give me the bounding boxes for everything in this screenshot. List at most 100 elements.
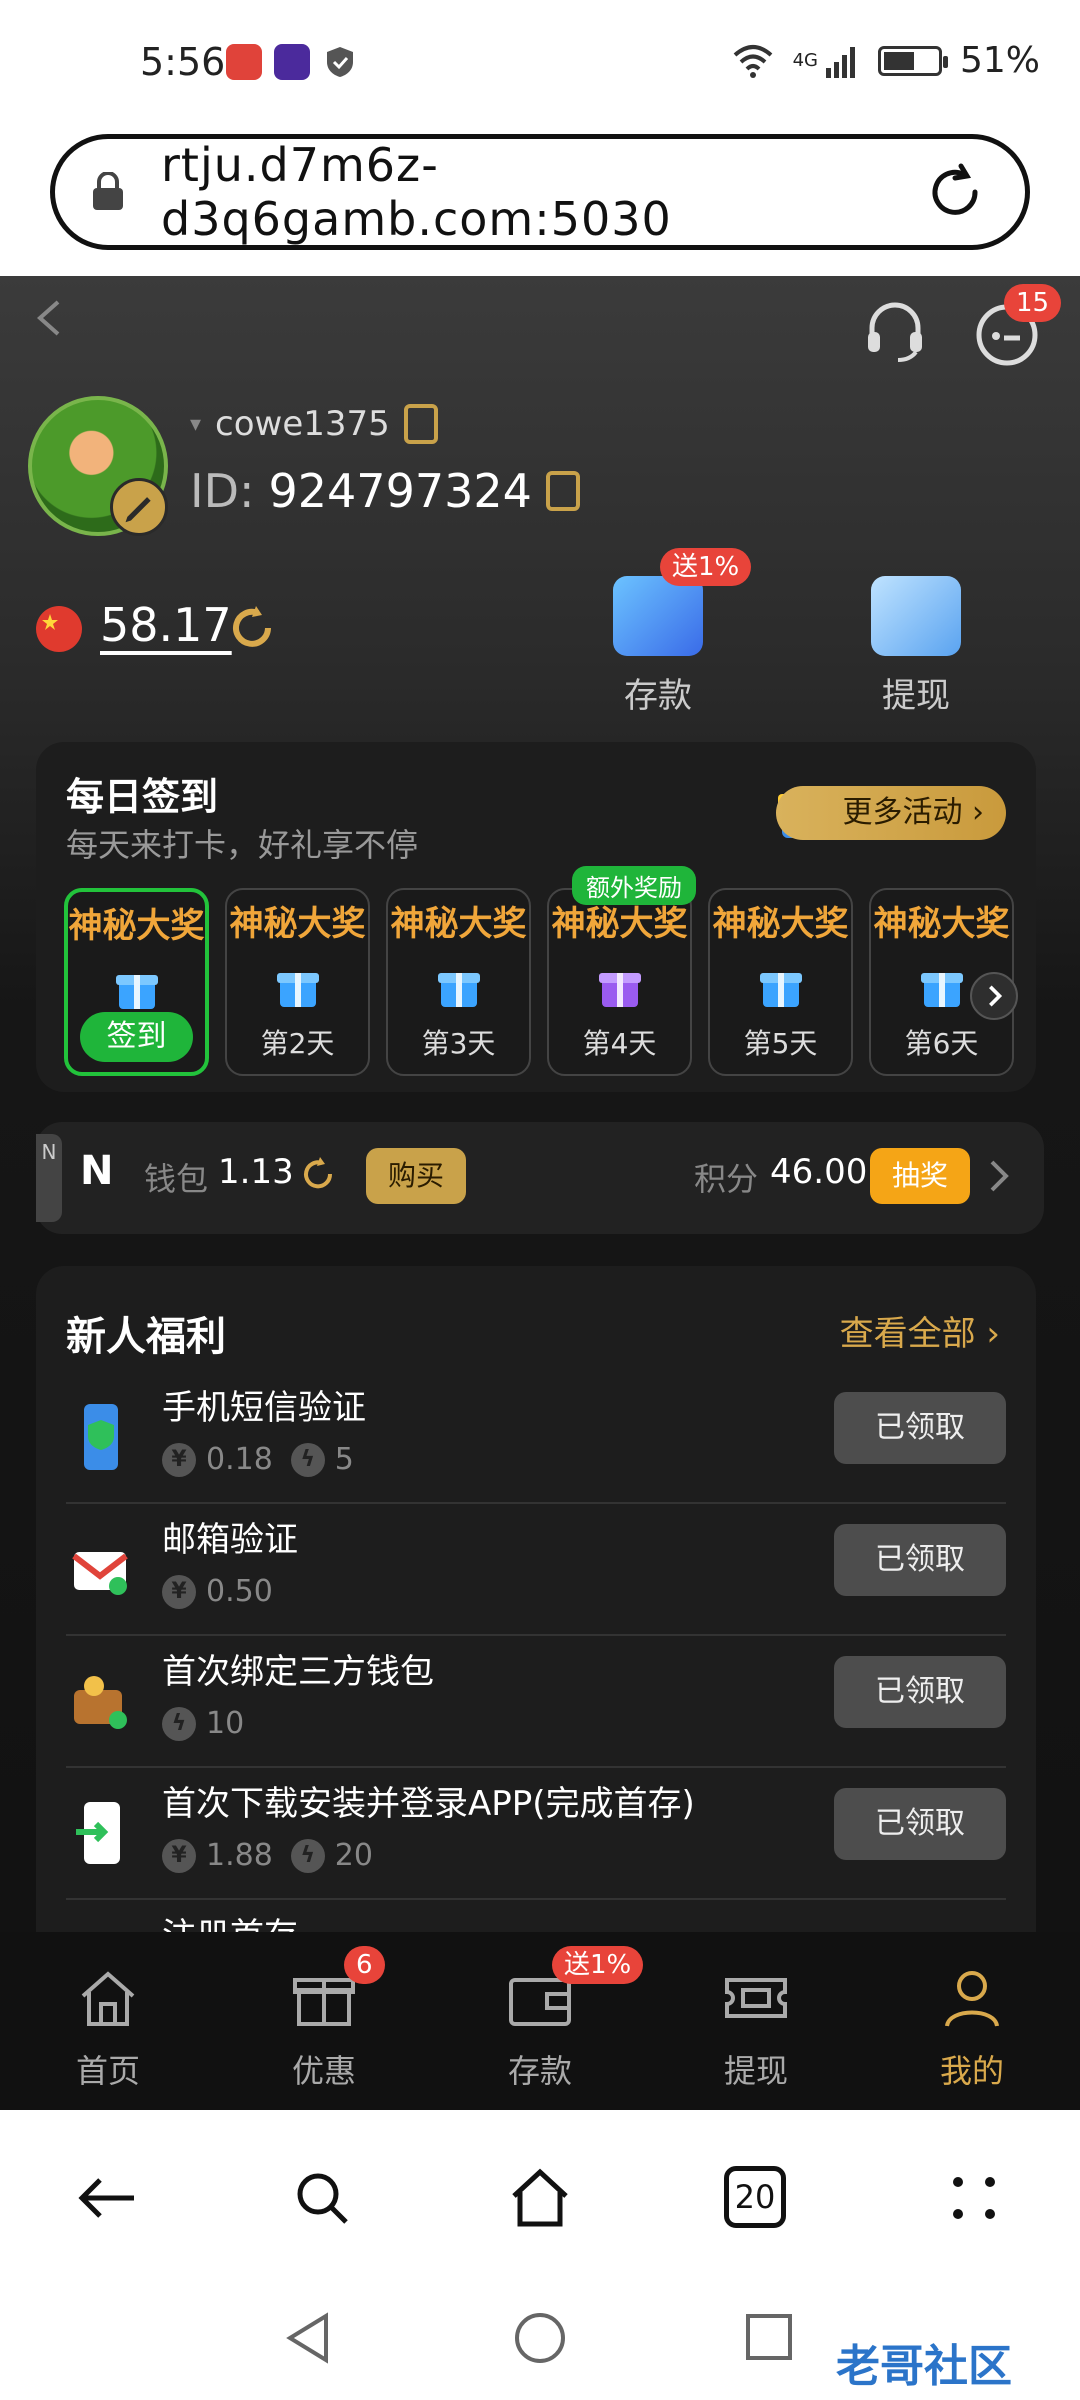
wallet-row: N N 钱包 1.13 购买 积分 46.00 抽奖 <box>36 1122 1044 1234</box>
card-upload-icon <box>871 576 961 656</box>
reload-icon[interactable] <box>925 162 985 222</box>
edit-pencil-icon[interactable] <box>110 478 168 536</box>
points-label: 积分 <box>694 1160 759 1198</box>
wallet-value: 1.13 <box>218 1152 294 1192</box>
gift-icon <box>920 973 963 1007</box>
game-app-icon <box>274 44 310 80</box>
view-all-link[interactable]: 查看全部 › <box>840 1306 1000 1355</box>
task-row: 首次绑定三方钱包 ϟ 10 已领取 <box>66 1636 1006 1768</box>
refresh-balance-icon[interactable] <box>226 602 278 654</box>
nav-withdraw[interactable]: 提现 <box>648 1932 864 2110</box>
reward-energy: 20 <box>334 1838 373 1873</box>
browser-toolbar: 20 <box>0 2110 1080 2280</box>
promo-badge: 6 <box>344 1946 385 1984</box>
claimed-button[interactable]: 已领取 <box>834 1788 1006 1860</box>
china-flag-icon <box>36 606 82 652</box>
address-bar[interactable]: rtju.d7m6z-d3q6gamb.com:5030 <box>50 134 1030 250</box>
task-name: 首次下载安装并登录APP(完成首存) <box>162 1784 695 1824</box>
gift-icon <box>276 973 319 1007</box>
headset-icon[interactable] <box>860 296 930 366</box>
signin-button[interactable]: 签到 <box>80 1012 193 1062</box>
more-activities-button[interactable]: 更多活动 › <box>776 786 1006 840</box>
claimed-button[interactable]: 已领取 <box>834 1656 1006 1728</box>
home-icon <box>81 1971 135 2026</box>
task-row: 首次下载安装并登录APP(完成首存) ¥1.88 ϟ 20 已领取 <box>66 1768 1006 1900</box>
bottom-nav: 首页 优惠 6 存款 送1% 提现 我的 <box>0 1932 1080 2110</box>
yen-coin-icon: ¥ <box>162 1838 196 1873</box>
copy-username-icon[interactable] <box>403 404 438 444</box>
message-badge: 15 <box>1004 284 1062 322</box>
home-icon[interactable] <box>508 2166 572 2230</box>
reward-energy: 5 <box>334 1442 354 1477</box>
signin-day[interactable]: 神秘大奖 第5天 <box>708 888 853 1076</box>
daily-signin-title: 每日签到 <box>66 775 219 819</box>
lightning-icon: ϟ <box>290 1838 325 1873</box>
signin-day[interactable]: 神秘大奖 第3天 <box>386 888 531 1076</box>
claimed-button[interactable]: 已领取 <box>834 1524 1006 1596</box>
huawei-app-icon <box>226 44 262 80</box>
yen-coin-icon: ¥ <box>162 1574 196 1609</box>
reward-money: 0.50 <box>206 1574 273 1609</box>
deposit-label: 存款 <box>624 676 692 716</box>
dropdown-triangle-icon[interactable]: ▾ <box>190 412 201 437</box>
wallet-link-icon <box>74 1676 127 1729</box>
network-type: 4G <box>792 50 818 71</box>
app-content: 15 ▾ cowe1375 ID: 924797324 58.17 存款 送1%… <box>0 276 1080 2110</box>
side-tab[interactable]: N <box>36 1134 62 1222</box>
ticket-icon <box>725 1978 787 2018</box>
withdraw-button[interactable]: 提现 <box>866 576 966 717</box>
search-icon[interactable] <box>290 2166 354 2230</box>
gift-icon <box>437 973 480 1007</box>
withdraw-label: 提现 <box>882 676 950 716</box>
deposit-bonus-badge: 送1% <box>660 548 752 586</box>
shield-icon <box>327 47 353 77</box>
signin-day[interactable]: 神秘大奖 第4天 <box>547 888 692 1076</box>
newbie-title: 新人福利 <box>66 1314 226 1360</box>
daily-signin-card: 每日签到 每天来打卡，好礼享不停 更多活动 › 神秘大奖 签到 神秘大奖 第2天… <box>36 742 1036 1092</box>
username: cowe1375 <box>215 404 390 444</box>
refresh-icon[interactable] <box>298 1154 338 1194</box>
chevron-right-icon[interactable] <box>970 972 1018 1020</box>
yen-coin-icon: ¥ <box>162 1442 196 1477</box>
gift-icon <box>759 973 802 1007</box>
back-chevron-icon[interactable] <box>28 296 72 340</box>
battery-icon <box>877 45 948 76</box>
nav-recents-square-icon[interactable] <box>744 2312 794 2362</box>
signin-day[interactable]: 神秘大奖 签到 <box>64 888 209 1076</box>
nav-back-triangle-icon[interactable] <box>282 2310 334 2366</box>
url-text[interactable]: rtju.d7m6z-d3q6gamb.com:5030 <box>161 138 925 246</box>
nav-deposit[interactable]: 存款 送1% <box>432 1932 648 2110</box>
buy-button[interactable]: 购买 <box>366 1148 466 1204</box>
extra-reward-tag: 额外奖励 <box>572 866 696 905</box>
signin-days: 神秘大奖 签到 神秘大奖 第2天 神秘大奖 第3天 神秘大奖 第4天 神秘大奖 <box>64 888 1014 1076</box>
signin-day[interactable]: 神秘大奖 第2天 <box>225 888 370 1076</box>
chevron-right-icon[interactable] <box>984 1158 1014 1194</box>
lightning-icon: ϟ <box>162 1706 196 1741</box>
mail-icon <box>72 1552 128 1595</box>
status-bar: 5:56 4G 51% <box>0 0 1080 130</box>
nav-mine[interactable]: 我的 <box>864 1932 1080 2110</box>
nav-home[interactable]: 首页 <box>0 1932 216 2110</box>
tab-count-button[interactable]: 20 <box>724 2166 786 2228</box>
claimed-button[interactable]: 已领取 <box>834 1392 1006 1464</box>
user-id: 924797324 <box>268 464 532 518</box>
wallet-label: 钱包 <box>144 1160 209 1198</box>
task-name: 首次绑定三方钱包 <box>162 1652 434 1692</box>
reward-money: 0.18 <box>206 1442 273 1477</box>
reward-energy: 10 <box>206 1706 245 1741</box>
nb-logo: N <box>80 1148 114 1194</box>
lottery-button[interactable]: 抽奖 <box>870 1148 970 1204</box>
purple-gift-icon <box>598 973 641 1007</box>
watermark-logo: 老哥社区 <box>836 2341 1012 2392</box>
lock-icon <box>93 172 123 210</box>
nav-home-circle-icon[interactable] <box>512 2310 568 2366</box>
nav-promotions[interactable]: 优惠 6 <box>216 1932 432 2110</box>
daily-signin-subtitle: 每天来打卡，好礼享不停 <box>66 826 419 864</box>
copy-id-icon[interactable] <box>545 471 580 511</box>
more-menu-icon[interactable] <box>942 2166 1006 2230</box>
back-arrow-icon[interactable] <box>76 2166 140 2230</box>
balance-amount[interactable]: 58.17 <box>100 598 232 652</box>
signal-icon <box>825 46 855 78</box>
deposit-button[interactable]: 存款 <box>608 576 708 717</box>
gift-icon <box>115 975 158 1009</box>
